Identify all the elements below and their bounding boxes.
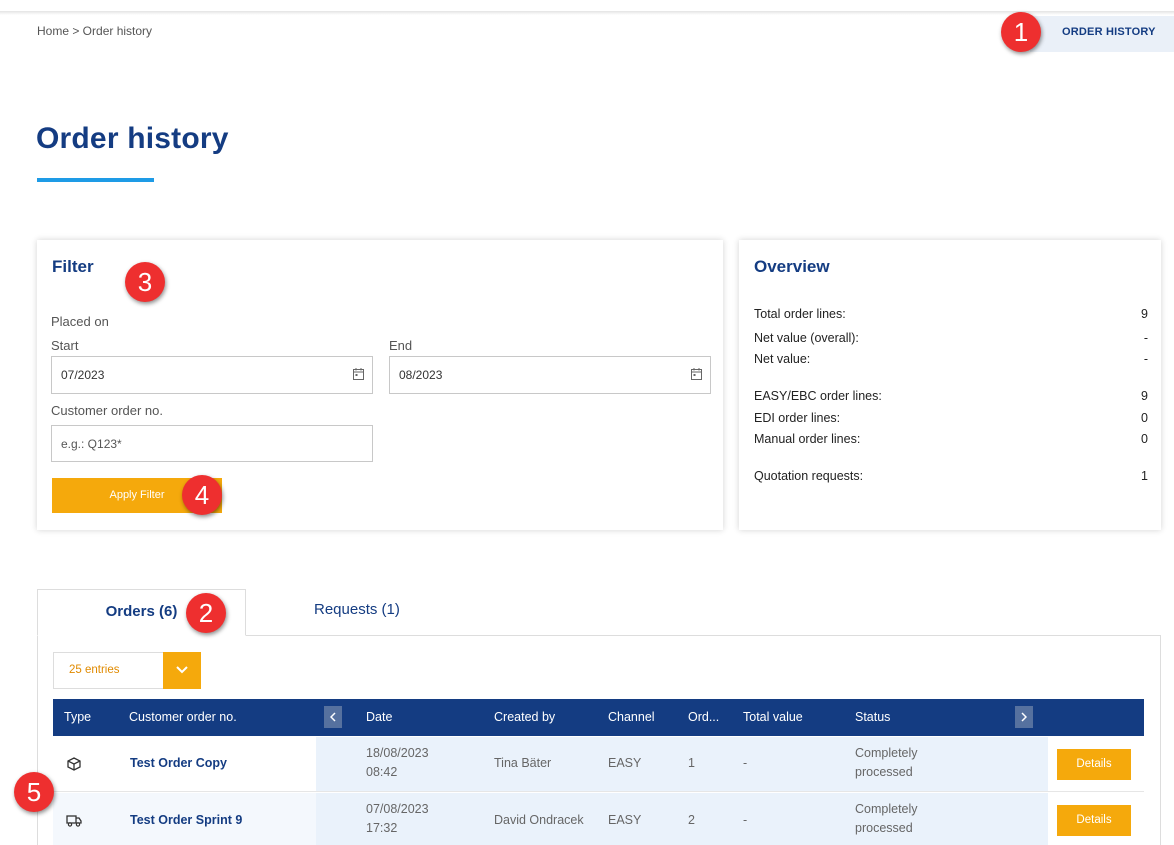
end-date-input[interactable] <box>390 357 710 393</box>
start-label: Start <box>51 338 79 353</box>
title-underline <box>37 178 154 182</box>
filter-title: Filter <box>52 257 94 276</box>
ord-count: 2 <box>688 813 695 827</box>
overview-value: - <box>1143 352 1148 366</box>
entries-dropdown-button[interactable] <box>163 652 201 689</box>
start-date-input[interactable] <box>52 357 372 393</box>
page-title: Order history <box>36 122 229 155</box>
customer-order-field[interactable] <box>51 425 373 462</box>
scroll-left-button[interactable] <box>324 706 342 728</box>
overview-value: 9 <box>1141 307 1148 321</box>
column-header-created-by[interactable]: Created by <box>494 710 555 724</box>
annotation-marker-1: 1 <box>1001 12 1041 52</box>
overview-value: 1 <box>1141 469 1148 483</box>
overview-card: Overview Total order lines: 9 Net value … <box>739 240 1161 530</box>
overview-label: EDI order lines: <box>754 411 841 425</box>
chevron-right-icon <box>1021 712 1027 722</box>
details-button[interactable]: Details <box>1057 749 1131 780</box>
annotation-marker-4: 4 <box>182 475 222 515</box>
column-header-total-value[interactable]: Total value <box>743 710 803 724</box>
overview-row-edi: EDI order lines: 0 <box>754 411 1148 425</box>
table-row[interactable]: Test Order Sprint 9 07/08/2023 17:32 Dav… <box>53 793 1144 845</box>
column-header-channel[interactable]: Channel <box>608 710 655 724</box>
end-date-field[interactable] <box>389 356 711 394</box>
order-time: 17:32 <box>366 821 398 835</box>
status: Completely <box>855 746 918 760</box>
entries-select-value: 25 entries <box>69 664 120 676</box>
annotation-marker-2: 2 <box>186 593 226 633</box>
overview-value: 0 <box>1141 432 1148 446</box>
entries-select[interactable]: 25 entries <box>53 652 201 689</box>
column-header-status[interactable]: Status <box>855 710 890 724</box>
end-label: End <box>389 338 413 353</box>
customer-order-label: Customer order no. <box>51 403 163 418</box>
chevron-left-icon <box>330 712 336 722</box>
tab-requests[interactable]: Requests (1) <box>314 601 400 618</box>
overview-row-easy-ebc: EASY/EBC order lines: 9 <box>754 389 1148 403</box>
overview-row-total-order-lines: Total order lines: 9 <box>754 307 1148 321</box>
customer-order-no[interactable]: Test Order Copy <box>130 756 227 770</box>
top-divider <box>0 11 1174 15</box>
overview-title: Overview <box>754 257 830 276</box>
overview-value: 0 <box>1141 411 1148 425</box>
overview-value: 9 <box>1141 389 1148 403</box>
status: Completely <box>855 802 918 816</box>
total-value: - <box>743 813 748 827</box>
order-history-nav-link[interactable]: ORDER HISTORY <box>1030 16 1174 52</box>
annotation-marker-5: 5 <box>14 772 54 812</box>
column-header-customer-order-no[interactable]: Customer order no. <box>129 710 237 724</box>
overview-row-net-value: Net value: - <box>754 352 1148 366</box>
tabs-divider <box>245 635 1161 636</box>
scroll-right-button[interactable] <box>1015 706 1033 728</box>
placed-on-label: Placed on <box>51 314 109 329</box>
total-value: - <box>743 756 748 770</box>
annotation-marker-3: 3 <box>125 262 165 302</box>
chevron-down-icon <box>176 666 188 674</box>
overview-row-quotation-requests: Quotation requests: 1 <box>754 469 1148 483</box>
customer-order-no[interactable]: Test Order Sprint 9 <box>130 813 242 827</box>
calendar-icon[interactable] <box>691 368 702 380</box>
overview-label: Net value (overall): <box>754 331 859 345</box>
breadcrumb[interactable]: Home > Order history <box>37 24 152 38</box>
customer-order-input[interactable] <box>52 426 372 461</box>
column-header-date[interactable]: Date <box>366 710 392 724</box>
overview-row-manual: Manual order lines: 0 <box>754 432 1148 446</box>
overview-label: Quotation requests: <box>754 469 864 483</box>
table-header: Type Customer order no. Date Created by … <box>53 699 1144 736</box>
order-time: 08:42 <box>366 765 398 779</box>
created-by: Tina Bäter <box>494 756 552 770</box>
overview-label: Net value: <box>754 352 811 366</box>
column-header-type: Type <box>64 710 92 724</box>
overview-label: Total order lines: <box>754 307 846 321</box>
created-by: David Ondracek <box>494 813 584 827</box>
start-date-field[interactable] <box>51 356 373 394</box>
calendar-icon[interactable] <box>353 368 364 380</box>
column-header-ord[interactable]: Ord... <box>688 710 719 724</box>
channel: EASY <box>608 756 642 770</box>
channel: EASY <box>608 813 642 827</box>
overview-row-net-value-overall: Net value (overall): - <box>754 331 1148 345</box>
table-row[interactable]: Test Order Copy 18/08/2023 08:42 Tina Bä… <box>53 737 1144 792</box>
details-button[interactable]: Details <box>1057 805 1131 836</box>
box-icon <box>67 757 81 771</box>
order-date: 07/08/2023 <box>366 802 429 816</box>
ord-count: 1 <box>688 756 695 770</box>
overview-label: EASY/EBC order lines: <box>754 389 882 403</box>
truck-icon <box>66 815 82 827</box>
overview-label: Manual order lines: <box>754 432 861 446</box>
status: processed <box>855 765 913 779</box>
order-date: 18/08/2023 <box>366 746 429 760</box>
overview-value: - <box>1143 331 1148 345</box>
status: processed <box>855 821 913 835</box>
